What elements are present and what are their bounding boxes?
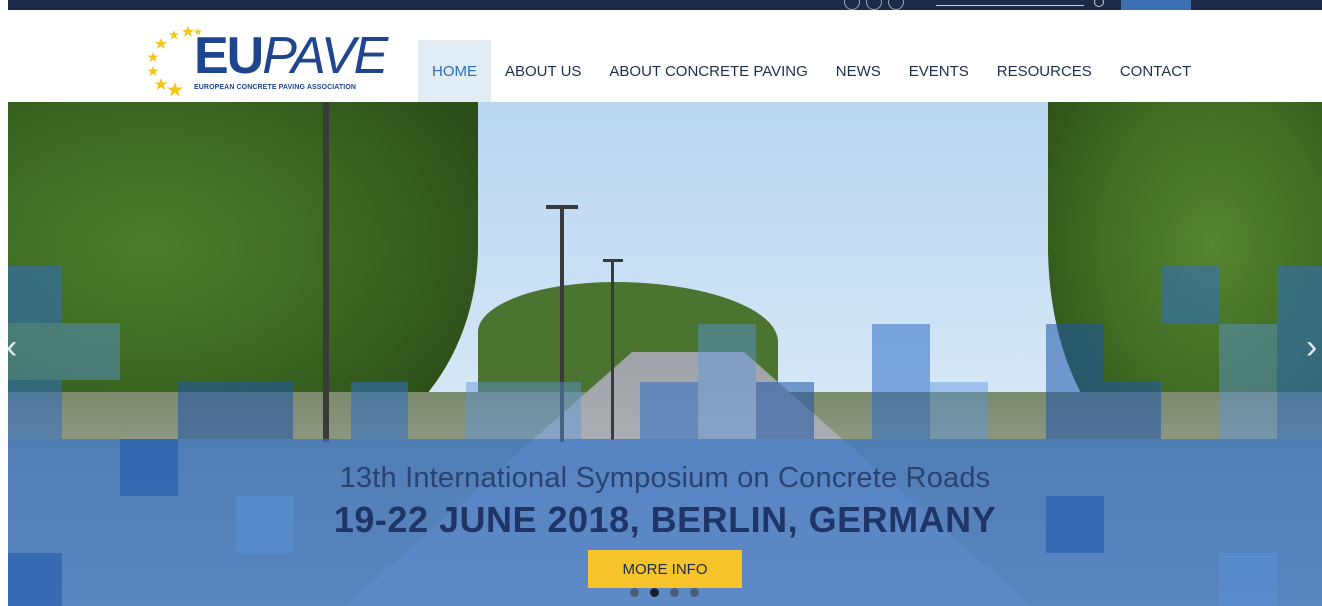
social-icon-1[interactable]: [844, 0, 860, 10]
nav-events[interactable]: EVENTS: [895, 40, 983, 102]
main-nav: HOME ABOUT US ABOUT CONCRETE PAVING NEWS…: [418, 40, 1205, 102]
logo-pave: PAVE: [262, 27, 388, 85]
social-icon-2[interactable]: [866, 0, 882, 10]
nav-about-us[interactable]: ABOUT US: [491, 40, 595, 102]
more-info-button[interactable]: MORE INFO: [588, 550, 742, 588]
chevron-right-icon[interactable]: ›: [1306, 330, 1317, 364]
slider-pagination: [630, 588, 699, 597]
nav-resources[interactable]: RESOURCES: [983, 40, 1106, 102]
logo-tagline: EUROPEAN CONCRETE PAVING ASSOCIATION: [194, 84, 357, 91]
hero-title: 13th International Symposium on Concrete…: [339, 462, 991, 494]
hero-subtitle: 19-22 JUNE 2018, BERLIN, GERMANY: [333, 499, 997, 540]
social-icons[interactable]: [844, 0, 904, 10]
hero-caption: 13th International Symposium on Concrete…: [8, 462, 1322, 541]
slider-dot[interactable]: [630, 588, 639, 597]
site-header: EUPAVE EUROPEAN CONCRETE PAVING ASSOCIAT…: [0, 10, 1322, 102]
nav-home[interactable]: HOME: [418, 40, 491, 102]
social-icon-3[interactable]: [888, 0, 904, 10]
slider-dot[interactable]: [690, 588, 699, 597]
nav-news[interactable]: NEWS: [822, 40, 895, 102]
top-utility-bar: [8, 0, 1322, 16]
logo-eu: EU: [194, 27, 264, 85]
site-logo[interactable]: EUPAVE EUROPEAN CONCRETE PAVING ASSOCIAT…: [144, 22, 388, 102]
nav-contact[interactable]: CONTACT: [1106, 40, 1205, 102]
overlay-tile: [8, 553, 62, 606]
search-icon[interactable]: [1094, 0, 1104, 7]
chevron-left-icon[interactable]: ‹: [8, 330, 17, 364]
search-input[interactable]: [936, 5, 1084, 6]
logo-wordmark: EUPAVE: [194, 27, 388, 85]
slider-dot[interactable]: [670, 588, 679, 597]
overlay-tile: [1219, 553, 1277, 606]
hero-slider: ‹ › 13th International Symposium on Conc…: [8, 102, 1322, 606]
slider-dot-active[interactable]: [650, 588, 659, 597]
nav-about-concrete-paving[interactable]: ABOUT CONCRETE PAVING: [595, 40, 821, 102]
